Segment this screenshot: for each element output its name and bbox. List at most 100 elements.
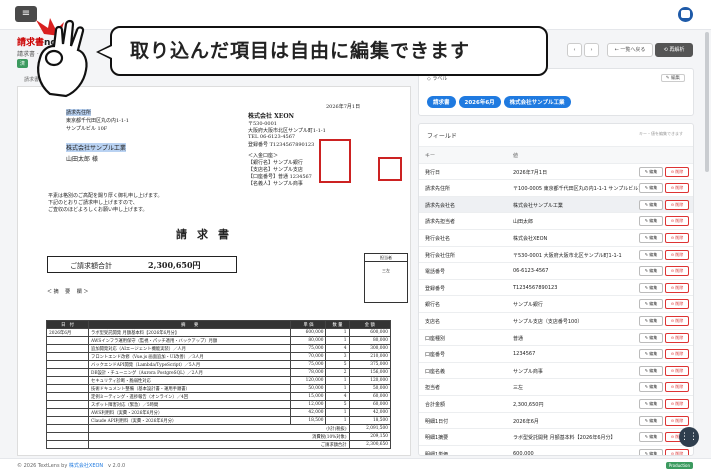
field-delete-button[interactable]: ⊖ 削除 — [665, 365, 689, 376]
invoice-item-row: バックエンドAPI開発（Lambda/TypeScript）／5人月 75,000… — [45, 360, 392, 369]
doc-from-company: 株式会社 XEON — [248, 113, 295, 120]
label-pill[interactable]: 株式会社サンプル工業 — [503, 96, 571, 108]
field-delete-button[interactable]: ⊖ 削除 — [665, 332, 689, 343]
field-edit-button[interactable]: ✎ 編集 — [639, 216, 663, 227]
person-in-charge-name: 三左 — [382, 268, 390, 273]
apps-grid-button[interactable]: ⋮⋮ — [679, 427, 699, 447]
field-key: 電話番号 — [425, 269, 446, 276]
labels-edit-button[interactable]: ✎ 編集 — [660, 74, 685, 82]
invoice-cell — [45, 368, 90, 377]
field-edit-button[interactable]: ✎ 編集 — [639, 448, 663, 455]
field-value: 普通 — [513, 335, 524, 342]
next-button[interactable]: › — [584, 43, 599, 57]
field-edit-button[interactable]: ✎ 編集 — [639, 166, 663, 177]
field-edit-button[interactable]: ✎ 編集 — [639, 282, 663, 293]
field-row: 明細1摘要 ラボ型受託開発 月額基本料【2026年6月分】 ✎ 編集 ⊖ 削除 — [419, 428, 693, 445]
field-edit-button[interactable]: ✎ 編集 — [639, 299, 663, 310]
field-edit-button[interactable]: ✎ 編集 — [639, 199, 663, 210]
field-edit-button[interactable]: ✎ 編集 — [639, 365, 663, 376]
invoice-cell: フロントエンド改修（Vue.js 画面追加・UI改善）／3人月 — [88, 352, 292, 361]
total-box: ご請求額合計 2,300,650円 — [47, 256, 237, 273]
field-edit-button[interactable]: ✎ 編集 — [639, 232, 663, 243]
invoice-cell: 5 — [325, 400, 350, 409]
field-value: 株式会社XEON — [513, 235, 548, 242]
field-delete-button[interactable]: ⊖ 削除 — [665, 249, 689, 260]
doc-from-addr: 大阪府大阪市北区サンプル町1-1-1 — [248, 128, 326, 134]
field-edit-button[interactable]: ✎ 編集 — [639, 332, 663, 343]
doc-to-addr1: 東京都千代田区丸の内1-1-1 — [66, 118, 129, 124]
invoice-cell — [45, 352, 90, 361]
field-value: 600,000 — [513, 450, 534, 456]
field-edit-button[interactable]: ✎ 編集 — [639, 398, 663, 409]
field-row: 電話番号 06-6123-4567 ✎ 編集 ⊖ 削除 — [419, 262, 693, 279]
footer-company-link[interactable]: 株式会社XEON — [69, 463, 103, 469]
invoice-cell: 300,000 — [348, 344, 392, 353]
fields-note: キー・値を編集できます — [639, 131, 683, 136]
field-edit-button[interactable]: ✎ 編集 — [639, 432, 663, 443]
invoice-cell: 2 — [325, 368, 350, 377]
field-value: 06-6123-4567 — [513, 268, 549, 275]
field-key: 合計金額 — [425, 401, 446, 408]
field-delete-button[interactable]: ⊖ 削除 — [665, 166, 689, 177]
invoice-cell: 1 — [325, 376, 350, 385]
invoice-summary-row: ご請求額合計 2,300,650 — [45, 440, 392, 449]
field-delete-button[interactable]: ⊖ 削除 — [665, 266, 689, 277]
company-seal — [319, 139, 351, 183]
field-delete-button[interactable]: ⊖ 削除 — [665, 282, 689, 293]
prev-button[interactable]: ‹ — [567, 43, 582, 57]
invoice-summary-label: ご請求額合計 — [88, 440, 350, 449]
field-delete-button[interactable]: ⊖ 削除 — [665, 382, 689, 393]
field-delete-button[interactable]: ⊖ 削除 — [665, 216, 689, 227]
field-edit-button[interactable]: ✎ 編集 — [639, 249, 663, 260]
field-delete-button[interactable]: ⊖ 削除 — [665, 232, 689, 243]
field-delete-button[interactable]: ⊖ 削除 — [665, 315, 689, 326]
field-edit-button[interactable]: ✎ 編集 — [639, 349, 663, 360]
field-edit-button[interactable]: ✎ 編集 — [639, 315, 663, 326]
label-pill[interactable]: 2026年6月 — [458, 96, 501, 108]
doc-date: 2026年7月1日 — [326, 104, 361, 110]
invoice-cell: 18,500 — [348, 416, 392, 425]
field-edit-button[interactable]: ✎ 編集 — [639, 382, 663, 393]
field-row: 明細1単価 600,000 ✎ 編集 ⊖ 削除 — [419, 444, 693, 456]
invoice-cell: 60,000 — [348, 400, 392, 409]
invoice-cell: 1 — [325, 408, 350, 417]
field-row: 口座番号 1234567 ✎ 編集 ⊖ 削除 — [419, 345, 693, 362]
invoice-cell: 42,000 — [348, 408, 392, 417]
invoice-title: 請求書 — [176, 228, 239, 241]
back-to-list-button[interactable]: ← 一覧へ戻る — [607, 43, 653, 57]
field-edit-button[interactable]: ✎ 編集 — [639, 415, 663, 426]
doc-to-person: 山田太郎 様 — [66, 156, 98, 163]
scrollbar[interactable] — [705, 32, 709, 172]
field-key: 発行会社住所 — [425, 252, 456, 259]
invoice-cell: 4 — [325, 344, 350, 353]
doc-to-addr2: サンプルビル 10F — [66, 126, 108, 132]
label-pill[interactable]: 請求書 — [427, 96, 456, 108]
field-delete-button[interactable]: ⊖ 削除 — [665, 199, 689, 210]
doc-greeting-2: 下記のとおりご請求申し上げますので、 — [48, 200, 138, 206]
nav-buttons: ‹ › ← 一覧へ戻る ⟲ 再解析 — [567, 43, 695, 57]
field-value: 山田太郎 — [513, 219, 534, 226]
field-delete-button[interactable]: ⊖ 削除 — [665, 448, 689, 455]
invoice-cell: 12,000 — [290, 400, 327, 409]
field-delete-button[interactable]: ⊖ 削除 — [665, 415, 689, 426]
field-value: 〒530-0001 大阪府大阪市北区サンプル町1-1-1 — [513, 252, 622, 259]
field-edit-button[interactable]: ✎ 編集 — [639, 266, 663, 277]
invoice-cell: 1 — [325, 328, 350, 337]
field-delete-button[interactable]: ⊖ 削除 — [665, 349, 689, 360]
field-delete-button[interactable]: ⊖ 削除 — [665, 398, 689, 409]
field-delete-button[interactable]: ⊖ 削除 — [665, 299, 689, 310]
invoice-item-row: 技術ドキュメント整備（基本設計書・運用手順書） 50,000 1 50,000 — [45, 384, 392, 393]
invoice-cell — [45, 344, 90, 353]
doc-bank-name: 【銀行名】サンプル銀行 — [248, 160, 303, 166]
field-key: 支店名 — [425, 318, 441, 325]
field-key: 明細1摘要 — [425, 435, 449, 442]
invoice-col-header: 数 量 — [325, 320, 350, 329]
invoice-cell: AWS利用料（実費・2026年6月分） — [88, 408, 292, 417]
field-delete-button[interactable]: ⊖ 削除 — [665, 183, 689, 194]
invoice-cell: 42,000 — [290, 408, 327, 417]
invoice-item-row: AWS利用料（実費・2026年6月分） 42,000 1 42,000 — [45, 408, 392, 417]
field-edit-button[interactable]: ✎ 編集 — [639, 183, 663, 194]
field-key: 請求先会社名 — [425, 202, 456, 209]
user-avatar-icon[interactable] — [678, 7, 693, 22]
reanalyze-button[interactable]: ⟲ 再解析 — [655, 43, 693, 57]
